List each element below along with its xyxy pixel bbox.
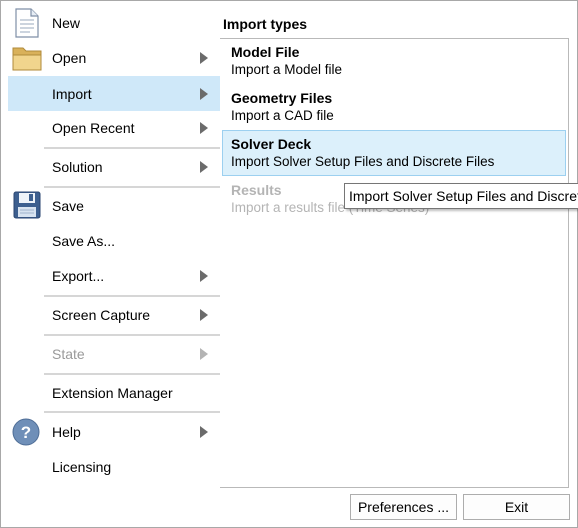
import-item-geometry-files[interactable]: Geometry Files Import a CAD file	[222, 86, 566, 130]
menu-separator	[44, 147, 220, 149]
submenu-arrow-icon	[200, 426, 208, 438]
menu-separator	[44, 373, 220, 375]
menu-separator	[44, 334, 220, 336]
menu-item-label: Solution	[52, 159, 103, 175]
submenu-arrow-icon	[200, 122, 208, 134]
menu-item-label: Save As...	[52, 233, 116, 249]
menu-item-screen-capture[interactable]: Screen Capture	[8, 298, 220, 332]
menu-item-label: Save	[52, 198, 84, 214]
menu-item-extension-manager[interactable]: Extension Manager	[8, 376, 220, 410]
menu-item-save[interactable]: Save	[8, 189, 220, 223]
import-item-title: Solver Deck	[231, 136, 312, 152]
import-item-description: Import Solver Setup Files and Discrete F…	[231, 154, 495, 169]
submenu-arrow-icon	[200, 270, 208, 282]
menu-separator	[44, 411, 220, 413]
menu-item-label: Screen Capture	[52, 307, 151, 323]
import-item-title: Geometry Files	[231, 90, 333, 106]
menu-item-open[interactable]: Open	[8, 41, 220, 75]
menu-separator	[44, 295, 220, 297]
import-item-description: Import a CAD file	[231, 108, 334, 123]
menu-item-label: Licensing	[52, 459, 112, 475]
menu-item-label: Import	[52, 85, 92, 102]
menu-item-label: Open Recent	[52, 120, 135, 136]
submenu-arrow-icon	[200, 309, 208, 321]
menu-item-state: State	[8, 337, 220, 371]
menu-item-label: Help	[52, 424, 81, 440]
menu-item-solution[interactable]: Solution	[8, 150, 220, 184]
menu-separator	[44, 186, 220, 188]
menu-item-help[interactable]: Help	[8, 415, 220, 449]
import-item-model-file[interactable]: Model File Import a Model file	[222, 40, 566, 84]
menu-item-open-recent[interactable]: Open Recent	[8, 111, 220, 145]
import-item-description: Import a Model file	[231, 62, 343, 77]
menu-item-save-as[interactable]: Save As...	[8, 224, 220, 258]
menu-item-label: Open	[52, 50, 87, 66]
submenu-arrow-icon	[200, 348, 208, 360]
menu-item-label: Extension Manager	[52, 385, 173, 401]
tooltip-text: Import Solver Setup Files and Discrete F…	[349, 188, 578, 204]
menu-item-new[interactable]: New	[8, 6, 220, 40]
exit-button[interactable]: Exit	[463, 494, 570, 520]
menu-item-licensing[interactable]: Licensing	[8, 450, 220, 484]
import-item-solver-deck[interactable]: Solver Deck Import Solver Setup Files an…	[222, 130, 566, 176]
submenu-arrow-icon	[200, 52, 208, 64]
import-item-title: Results	[231, 182, 282, 198]
panel-title: Import types	[223, 16, 308, 32]
menu-item-label: State	[52, 346, 85, 362]
preferences-button[interactable]: Preferences ...	[350, 494, 457, 520]
submenu-arrow-icon	[200, 161, 208, 173]
submenu-arrow-icon	[200, 87, 208, 100]
menu-item-import[interactable]: Import	[8, 76, 220, 111]
menu-item-label: Export...	[52, 268, 105, 284]
import-item-title: Model File	[231, 44, 300, 60]
menu-item-label: New	[52, 15, 81, 31]
menu-item-export[interactable]: Export...	[8, 259, 220, 293]
tooltip: Import Solver Setup Files and Discrete F…	[344, 183, 578, 209]
